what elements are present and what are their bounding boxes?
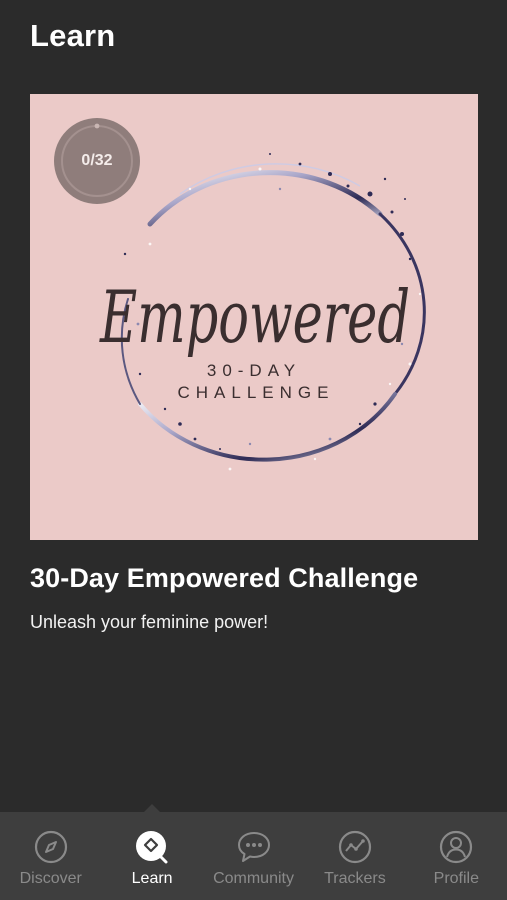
- nav-item-profile[interactable]: Profile: [406, 812, 507, 900]
- chat-bubble-icon: [237, 832, 270, 862]
- nav-label-community: Community: [213, 870, 294, 887]
- page-title: Learn: [30, 18, 116, 53]
- nav-item-community[interactable]: Community: [203, 812, 304, 900]
- nav-item-learn[interactable]: Learn: [101, 804, 202, 900]
- nav-label-discover: Discover: [19, 870, 82, 887]
- nav-label-learn: Learn: [131, 870, 173, 887]
- nav-label-profile: Profile: [433, 870, 479, 887]
- tracker-icon: [338, 830, 372, 864]
- course-title[interactable]: 30-Day Empowered Challenge: [30, 563, 418, 594]
- cover-line-1: 30-DAY: [207, 361, 301, 380]
- course-card[interactable]: Empowered 30-DAY CHALLENGE 0/32: [30, 94, 478, 540]
- nav-label-trackers: Trackers: [324, 870, 386, 887]
- course-subtitle: Unleash your feminine power!: [30, 612, 269, 632]
- bottom-navigation: Discover Learn Community Trackers Profil…: [0, 804, 507, 900]
- progress-text: 0/32: [81, 152, 113, 169]
- progress-badge: 0/32: [54, 118, 140, 204]
- active-tab-indicator: [143, 804, 162, 813]
- compass-icon: [34, 830, 67, 864]
- nav-item-discover[interactable]: Discover: [0, 812, 101, 900]
- cover-line-2: CHALLENGE: [178, 383, 335, 402]
- nav-item-trackers[interactable]: Trackers: [304, 812, 405, 900]
- profile-icon: [440, 830, 473, 864]
- learn-icon: [136, 831, 168, 864]
- cover-script-word: Empowered: [99, 275, 410, 359]
